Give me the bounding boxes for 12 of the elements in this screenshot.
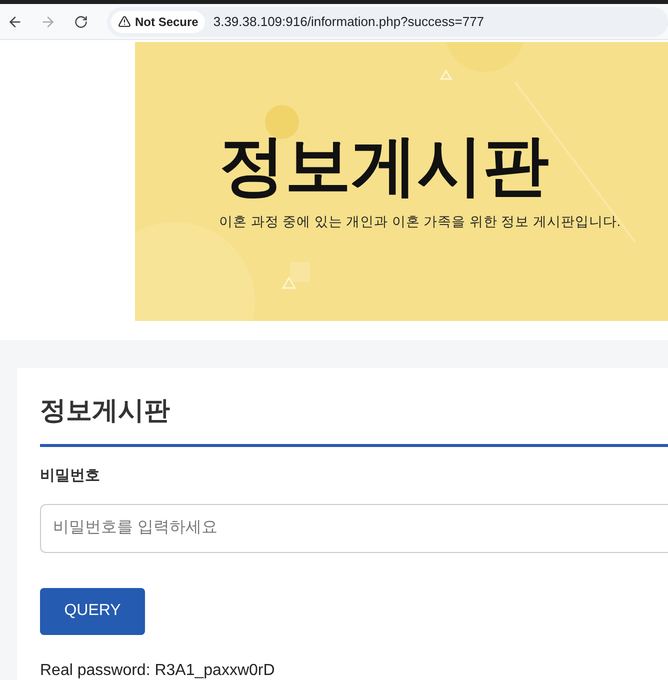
back-icon[interactable] [7,14,23,30]
warning-icon [118,15,131,28]
password-label: 비밀번호 [40,466,101,486]
banner-title: 정보게시판 [219,130,550,200]
query-button[interactable]: QUERY [40,588,145,634]
card-title: 정보게시판 [40,394,171,427]
reload-icon[interactable] [74,14,88,28]
banner-subtitle: 이혼 과정 중에 있는 개인과 이혼 가족을 위한 정보 게시판입니다. [219,213,622,231]
password-field[interactable]: 비밀번호를 입력하세요 [40,504,668,552]
result-text: Real password: R3A1_paxxw0rD [40,660,276,680]
url-text[interactable]: 3.39.38.109:916/information.php?success=777 [213,12,484,32]
security-chip[interactable]: Not Secure [111,10,206,32]
